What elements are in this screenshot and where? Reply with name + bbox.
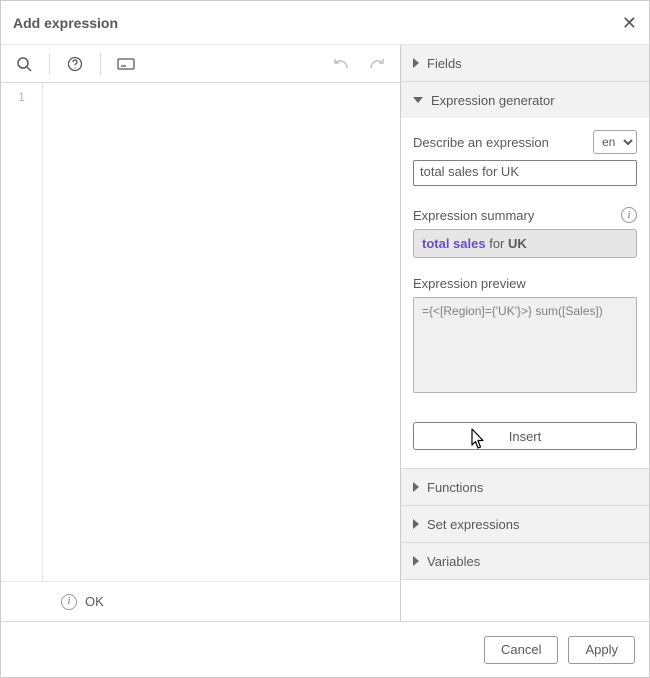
side-panel: Fields Expression generator Describe an … <box>401 45 649 621</box>
panel-setexpr-header[interactable]: Set expressions <box>401 506 649 542</box>
apply-button[interactable]: Apply <box>568 636 635 664</box>
undo-icon[interactable] <box>324 49 358 79</box>
chevron-right-icon <box>413 482 419 492</box>
describe-input[interactable] <box>413 160 637 186</box>
editor-pane: 1 i OK <box>1 45 401 621</box>
summary-mid: for <box>486 236 508 251</box>
summary-label-row: Expression summary i <box>413 207 637 223</box>
panel-expression-generator: Expression generator Describe an express… <box>401 82 649 469</box>
panel-fields: Fields <box>401 45 649 82</box>
code-area[interactable] <box>43 83 400 581</box>
panel-functions-label: Functions <box>427 480 483 495</box>
panel-functions-header[interactable]: Functions <box>401 469 649 505</box>
preview-label: Expression preview <box>413 276 526 291</box>
language-select[interactable]: en <box>593 130 637 154</box>
status-bar: i OK <box>1 581 400 621</box>
titlebar: Add expression ✕ <box>1 1 649 45</box>
redo-icon[interactable] <box>360 49 394 79</box>
summary-value: UK <box>508 236 527 251</box>
toolbar-separator <box>100 53 101 75</box>
info-icon[interactable]: i <box>621 207 637 223</box>
panel-variables: Variables <box>401 543 649 580</box>
field-picker-icon[interactable] <box>109 49 143 79</box>
help-icon[interactable] <box>58 49 92 79</box>
editor-toolbar <box>1 45 400 83</box>
chevron-right-icon <box>413 58 419 68</box>
toolbar-separator <box>49 53 50 75</box>
describe-label: Describe an expression <box>413 135 549 150</box>
chevron-right-icon <box>413 556 419 566</box>
summary-label: Expression summary <box>413 208 534 223</box>
panel-generator-header[interactable]: Expression generator <box>401 82 649 118</box>
insert-button[interactable]: Insert <box>413 422 637 450</box>
panel-generator-content: Describe an expression en Expression sum… <box>401 118 649 468</box>
dialog-body: 1 i OK Fields Expression generator <box>1 45 649 621</box>
chevron-down-icon <box>413 97 423 103</box>
panel-variables-label: Variables <box>427 554 480 569</box>
panel-fields-label: Fields <box>427 56 462 71</box>
summary-box: total sales for UK <box>413 229 637 258</box>
right-blank <box>401 580 649 620</box>
line-number: 1 <box>1 87 42 107</box>
line-gutter: 1 <box>1 83 43 581</box>
dialog-footer: Cancel Apply <box>1 621 649 677</box>
panel-variables-header[interactable]: Variables <box>401 543 649 579</box>
search-icon[interactable] <box>7 49 41 79</box>
chevron-right-icon <box>413 519 419 529</box>
summary-metric: total sales <box>422 236 486 251</box>
preview-box[interactable] <box>413 297 637 393</box>
add-expression-dialog: Add expression ✕ <box>0 0 650 678</box>
close-icon[interactable]: ✕ <box>622 14 637 32</box>
preview-label-row: Expression preview <box>413 276 637 291</box>
code-editor[interactable]: 1 <box>1 83 400 581</box>
insert-label: Insert <box>509 429 542 444</box>
panel-set-expressions: Set expressions <box>401 506 649 543</box>
dialog-title: Add expression <box>13 15 118 31</box>
info-icon: i <box>61 594 77 610</box>
status-text: OK <box>85 594 104 609</box>
panel-setexpr-label: Set expressions <box>427 517 520 532</box>
panel-generator-label: Expression generator <box>431 93 555 108</box>
panel-functions: Functions <box>401 469 649 506</box>
cancel-button[interactable]: Cancel <box>484 636 558 664</box>
cursor-pointer-icon <box>466 427 486 454</box>
describe-label-row: Describe an expression en <box>413 130 637 154</box>
panel-fields-header[interactable]: Fields <box>401 45 649 81</box>
